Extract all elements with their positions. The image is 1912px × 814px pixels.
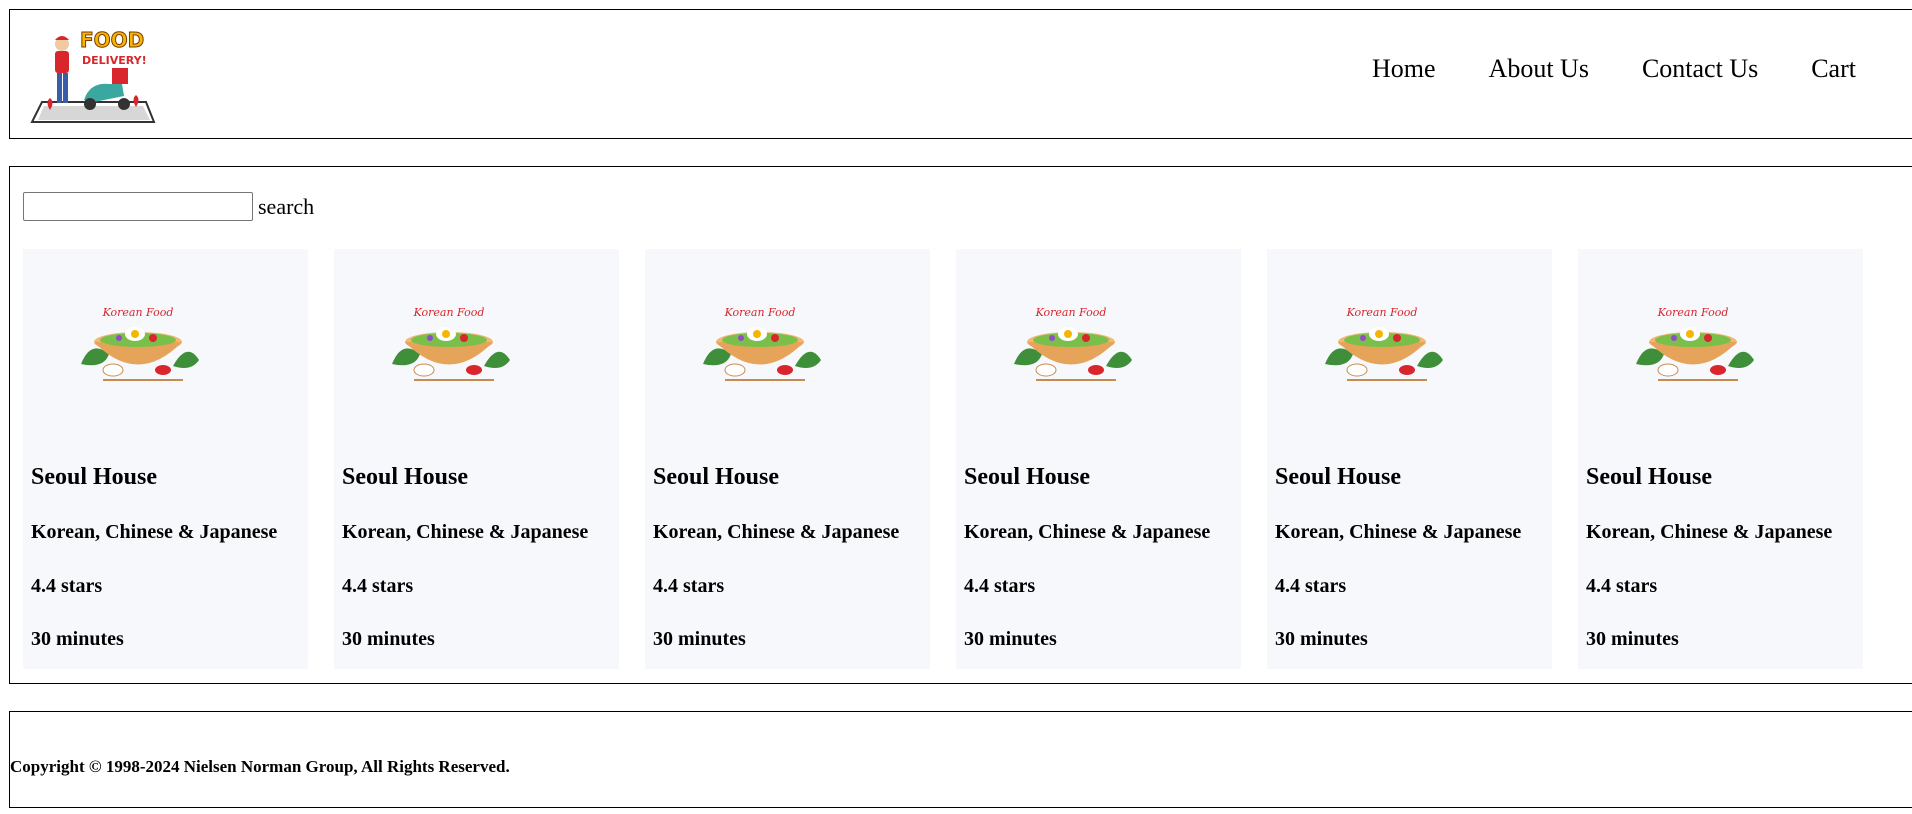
restaurant-rating: 4.4 stars bbox=[31, 575, 103, 597]
restaurant-name: Seoul House bbox=[342, 464, 469, 490]
restaurant-name: Seoul House bbox=[31, 464, 158, 490]
restaurant-cuisine: Korean, Chinese & Japanese bbox=[1586, 521, 1833, 543]
svg-text:Korean Food: Korean Food bbox=[1035, 306, 1107, 319]
restaurant-cuisine: Korean, Chinese & Japanese bbox=[653, 521, 900, 543]
delivery-time: 30 minutes bbox=[1275, 628, 1368, 650]
svg-text:Korean Food: Korean Food bbox=[1346, 306, 1418, 319]
restaurant-name: Seoul House bbox=[1275, 464, 1402, 490]
svg-text:FOOD: FOOD bbox=[80, 28, 144, 52]
restaurant-cuisine: Korean, Chinese & Japanese bbox=[964, 521, 1211, 543]
restaurant-cuisine: Korean, Chinese & Japanese bbox=[1275, 521, 1522, 543]
search-input[interactable] bbox=[23, 192, 253, 221]
korean-food-bowl-icon: Korean Food bbox=[392, 306, 510, 381]
svg-text:Korean Food: Korean Food bbox=[1657, 306, 1729, 319]
restaurant-card[interactable]: Korean Food Seoul House Korean, Chinese & … bbox=[23, 249, 308, 669]
restaurant-name: Seoul House bbox=[653, 464, 780, 490]
search-label: search bbox=[258, 193, 315, 219]
search-bar: search bbox=[23, 192, 314, 221]
restaurant-listing: search Korean Food Seoul House Korean, Chi… bbox=[9, 166, 1912, 684]
korean-food-bowl-icon: Korean Food bbox=[703, 306, 821, 381]
nav-contact-link[interactable]: Contact Us bbox=[1642, 54, 1758, 84]
svg-text:Korean Food: Korean Food bbox=[413, 306, 485, 319]
restaurant-card[interactable]: Korean Food Seoul House Korean, Chinese & … bbox=[1578, 249, 1863, 669]
korean-food-bowl-icon: Korean Food bbox=[1636, 306, 1754, 381]
delivery-time: 30 minutes bbox=[342, 628, 435, 650]
svg-text:Korean Food: Korean Food bbox=[724, 306, 796, 319]
delivery-time: 30 minutes bbox=[964, 628, 1057, 650]
restaurant-card[interactable]: Korean Food Seoul House Korean, Chinese & … bbox=[645, 249, 930, 669]
korean-food-bowl-icon: Korean Food bbox=[81, 306, 199, 381]
nav-about-link[interactable]: About Us bbox=[1489, 54, 1589, 84]
nav-cart-link[interactable]: Cart bbox=[1811, 54, 1856, 84]
restaurant-name: Seoul House bbox=[1586, 464, 1713, 490]
restaurant-card[interactable]: Korean Food Seoul House Korean, Chinese & … bbox=[334, 249, 619, 669]
restaurant-rating: 4.4 stars bbox=[1586, 575, 1658, 597]
restaurant-rating: 4.4 stars bbox=[1275, 575, 1347, 597]
delivery-scooter-logo-icon: FOOD DELIVERY! bbox=[30, 28, 156, 123]
restaurant-rating: 4.4 stars bbox=[342, 575, 414, 597]
restaurant-rating: 4.4 stars bbox=[964, 575, 1036, 597]
restaurant-card[interactable]: Korean Food Seoul House Korean, Chinese & … bbox=[956, 249, 1241, 669]
delivery-time: 30 minutes bbox=[653, 628, 746, 650]
nav-home-link[interactable]: Home bbox=[1372, 54, 1436, 84]
food-delivery-logo[interactable]: FOOD DELIVERY! bbox=[24, 22, 164, 130]
korean-food-bowl-icon: Korean Food bbox=[1325, 306, 1443, 381]
copyright-text: Copyright © 1998-2024 Nielsen Norman Gro… bbox=[10, 757, 510, 776]
restaurant-card[interactable]: Korean Food Seoul House Korean, Chinese & … bbox=[1267, 249, 1552, 669]
delivery-time: 30 minutes bbox=[1586, 628, 1679, 650]
main-nav: Home About Us Contact Us Cart bbox=[1372, 54, 1909, 84]
korean-food-bowl-icon: Korean Food bbox=[1014, 306, 1132, 381]
site-header: FOOD DELIVERY! Home About Us Contact Us … bbox=[9, 9, 1912, 139]
restaurant-cuisine: Korean, Chinese & Japanese bbox=[342, 521, 589, 543]
svg-text:Korean Food: Korean Food bbox=[102, 306, 174, 319]
restaurant-cuisine: Korean, Chinese & Japanese bbox=[31, 521, 278, 543]
site-footer: Copyright © 1998-2024 Nielsen Norman Gro… bbox=[9, 711, 1912, 808]
restaurant-rating: 4.4 stars bbox=[653, 575, 725, 597]
delivery-time: 30 minutes bbox=[31, 628, 124, 650]
svg-text:DELIVERY!: DELIVERY! bbox=[82, 54, 147, 67]
restaurant-name: Seoul House bbox=[964, 464, 1091, 490]
